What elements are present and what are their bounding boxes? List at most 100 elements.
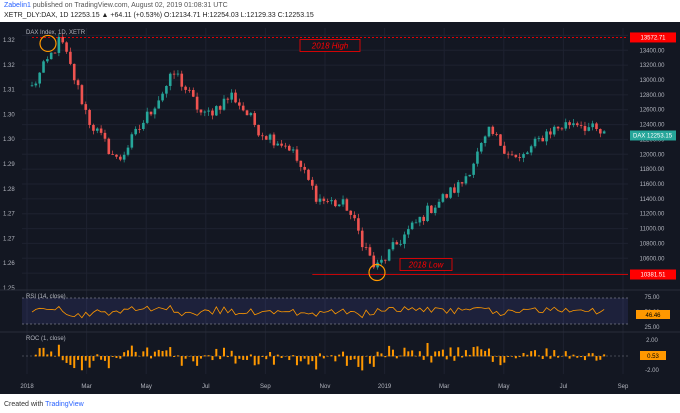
roc-bar xyxy=(330,355,333,357)
candle-body xyxy=(330,200,333,202)
right-tick-label: 12800.00 xyxy=(639,93,665,99)
roc-bar xyxy=(376,351,379,357)
x-tick-label: 2018 xyxy=(20,384,34,390)
candle-body xyxy=(395,242,399,245)
roc-bar xyxy=(34,354,37,357)
roc-bar xyxy=(384,356,387,358)
candle-body xyxy=(549,131,552,135)
candle-body xyxy=(380,259,383,263)
roc-bar xyxy=(449,347,452,357)
candle-body xyxy=(134,128,137,135)
roc-bar xyxy=(54,356,57,357)
x-tick-label: May xyxy=(498,384,509,390)
roc-bar xyxy=(150,356,153,359)
roc-bar xyxy=(165,350,168,357)
candle-body xyxy=(441,194,445,202)
candle-body xyxy=(453,187,456,193)
candle-body xyxy=(595,123,598,130)
candle-body xyxy=(537,137,541,139)
roc-bar xyxy=(276,354,279,357)
low-price-label: 10381.51 xyxy=(640,273,666,279)
roc-bar xyxy=(434,351,437,357)
left-tick-label: 1.27 xyxy=(3,236,15,242)
candle-body xyxy=(345,199,349,211)
right-tick-label: 13000.00 xyxy=(639,78,665,84)
candle-body xyxy=(249,113,253,116)
high-label: 2018 High xyxy=(311,41,349,50)
candle-body xyxy=(491,126,495,134)
candle-body xyxy=(456,182,460,193)
roc-bar xyxy=(127,350,129,357)
roc-tick-label: 2.00 xyxy=(646,338,658,344)
right-tick-label: 11200.00 xyxy=(640,212,665,218)
left-tick-label: 1.28 xyxy=(3,187,15,193)
roc-bar xyxy=(438,351,441,357)
candle-body xyxy=(426,205,429,221)
x-tick-label: 2019 xyxy=(378,384,392,390)
candle-body xyxy=(487,126,491,137)
roc-bar xyxy=(223,347,225,357)
roc-bar xyxy=(311,356,314,362)
candles xyxy=(30,33,606,270)
roc-bar xyxy=(242,356,245,360)
roc-bar xyxy=(307,356,310,365)
candle-body xyxy=(76,80,80,86)
candle-body xyxy=(165,85,168,94)
roc-bar xyxy=(215,348,218,357)
candle-body xyxy=(195,96,199,110)
symbol-ohlc-line: XETR_DLY:DAX, 1D 12253.15 ▲ +64.11 (+0.5… xyxy=(4,12,314,19)
chart-svg[interactable]: 2018 High 2018 Low 2018 Mar May Jul Sep Nov 201… xyxy=(0,22,680,394)
candle-body xyxy=(464,176,468,184)
candle-body xyxy=(575,123,579,126)
roc-bar xyxy=(134,351,137,357)
left-tick-label: 1.32 xyxy=(3,63,15,69)
candle-body xyxy=(53,52,57,54)
tradingview-logo[interactable]: TradingView xyxy=(45,401,84,408)
roc-bar xyxy=(403,347,406,357)
candle-body xyxy=(322,198,326,202)
candle-body xyxy=(57,36,61,53)
chart-container[interactable]: 2018 High 2018 Low 2018 Mar May Jul Sep Nov 201… xyxy=(0,22,680,394)
high-price-label: 13572.71 xyxy=(640,35,666,41)
candle-body xyxy=(449,187,452,198)
rsi-band xyxy=(22,298,628,324)
candle-body xyxy=(560,128,564,130)
roc-bar xyxy=(349,356,352,360)
rsi-tick-label: 25.00 xyxy=(644,325,660,331)
roc-current-label: 0.53 xyxy=(647,354,659,360)
candle-body xyxy=(188,89,191,91)
roc-bar xyxy=(57,344,60,357)
roc-bar xyxy=(342,351,345,357)
candle-body xyxy=(541,137,545,142)
candle-body xyxy=(552,126,556,135)
candle-body xyxy=(314,185,318,202)
candle-body xyxy=(483,136,487,143)
candle-body xyxy=(407,229,410,235)
left-tick-label: 1.26 xyxy=(3,261,15,267)
roc-bar xyxy=(73,356,76,369)
roc-bar xyxy=(445,356,448,360)
roc-bar xyxy=(541,356,544,360)
roc-bar xyxy=(338,354,341,357)
candle-body xyxy=(591,123,594,128)
rsi-tick-label: 75.00 xyxy=(644,295,660,301)
x-tick-label: Jul xyxy=(560,384,568,390)
roc-bar xyxy=(161,350,164,357)
right-tick-label: 12000.00 xyxy=(639,152,665,158)
roc-bar xyxy=(495,356,498,357)
candle-body xyxy=(149,111,153,115)
roc-bar xyxy=(111,356,114,357)
candle-body xyxy=(518,157,521,158)
candle-body xyxy=(506,153,510,155)
roc-bar xyxy=(176,355,179,357)
candle-body xyxy=(161,93,164,101)
candle-body xyxy=(579,125,583,127)
candle-body xyxy=(49,52,53,60)
left-tick-label: 1.30 xyxy=(3,137,15,143)
roc-bar xyxy=(518,356,521,357)
publisher-link[interactable]: Zabelin1 xyxy=(4,2,31,9)
roc-bar xyxy=(184,356,187,359)
candle-body xyxy=(291,149,295,151)
candle-body xyxy=(230,92,233,100)
roc-bar xyxy=(173,356,176,357)
